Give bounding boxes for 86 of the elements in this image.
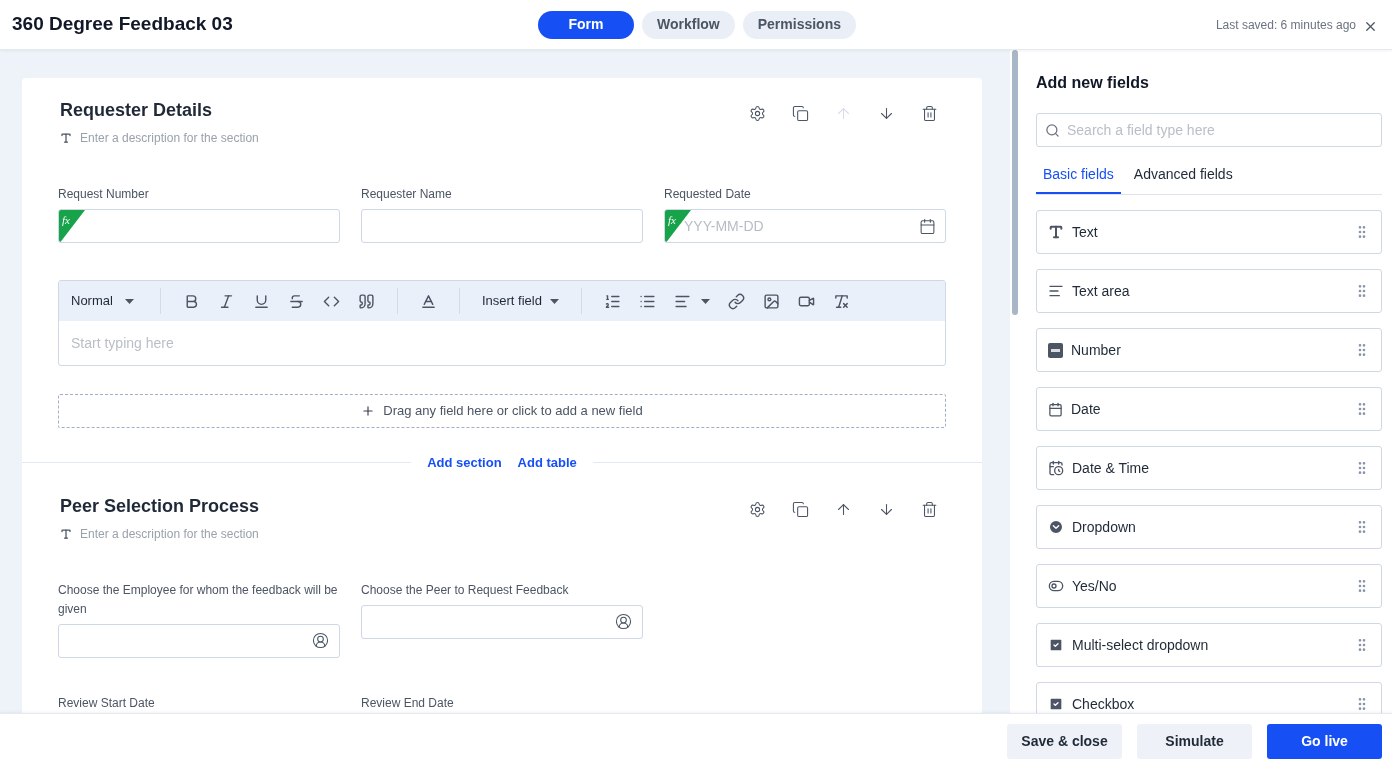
copy-icon[interactable] (792, 500, 809, 518)
numbered-list-icon[interactable] (603, 292, 621, 310)
strikethrough-icon[interactable] (287, 292, 305, 310)
field-type-item[interactable]: Date (1036, 387, 1382, 431)
add-field-dropzone[interactable]: Drag any field here or click to add a new field (58, 394, 946, 428)
add-link[interactable]: Add table (517, 453, 577, 473)
field-type-label: Multi-select dropdown (1072, 635, 1210, 655)
user-icon (312, 632, 329, 649)
underline-icon[interactable] (252, 292, 270, 310)
search-icon (1045, 122, 1060, 138)
formula-label: fx (668, 214, 676, 226)
field-type-item[interactable]: Text (1036, 210, 1382, 254)
dropdown-icon (1048, 519, 1064, 535)
caret-icon (549, 298, 559, 304)
header-tab[interactable]: Workflow (642, 10, 735, 39)
field-type-label: Number (1071, 340, 1122, 360)
text-format-icon (60, 527, 72, 540)
date-placeholder: YYY-MM-DD (684, 216, 765, 236)
section-title: Requester Details (60, 99, 214, 121)
calendar-icon (919, 217, 936, 235)
field-type-label: Yes/No (1072, 576, 1118, 596)
editor-placeholder: Start typing here (71, 333, 174, 353)
checkbox-icon (1048, 637, 1064, 653)
field-label: Choose the Employee for whom the feedback will be given (58, 581, 339, 618)
footer-button[interactable]: Simulate (1137, 723, 1252, 759)
field-type-item[interactable]: Date & Time (1036, 446, 1382, 490)
copy-icon[interactable] (792, 105, 809, 122)
caret-icon (124, 298, 134, 304)
section-title: Peer Selection Process (60, 494, 260, 517)
text-color-icon[interactable] (419, 292, 437, 310)
calendar-clock-icon (1048, 460, 1064, 476)
lines-icon (1048, 283, 1064, 299)
insert-field-dropdown[interactable]: Insert field (481, 291, 559, 311)
text-format-icon (60, 132, 72, 144)
field-type-label: Text (1072, 222, 1099, 242)
toggle-icon (1048, 578, 1064, 594)
user-picker-field[interactable] (361, 604, 643, 639)
field-type-label: Date & Time (1072, 458, 1151, 478)
style-dropdown[interactable]: Normal (71, 291, 138, 311)
delete-icon[interactable] (921, 105, 938, 122)
field-type-item[interactable]: Dropdown (1036, 505, 1382, 549)
field-type-label: Text area (1072, 281, 1131, 301)
calendar-icon (1048, 401, 1063, 417)
field-type-item[interactable]: Text area (1036, 269, 1382, 313)
image-icon[interactable] (762, 292, 780, 310)
user-icon (615, 613, 632, 630)
caret-icon (700, 298, 710, 304)
panel-tab[interactable]: Basic fields (1036, 162, 1121, 194)
link-icon[interactable] (727, 292, 745, 310)
field-label: Review Start Date (58, 694, 156, 712)
field-type-label: Checkbox (1072, 694, 1136, 713)
panel-tab[interactable]: Advanced fields (1126, 162, 1240, 194)
input-field[interactable] (361, 209, 643, 243)
field-type-label: Date (1071, 399, 1102, 419)
rich-text-editor[interactable]: Normal Insert field Start typing here (58, 280, 946, 366)
footer-button[interactable]: Go live (1267, 723, 1382, 759)
footer-button[interactable]: Save & close (1007, 723, 1122, 759)
panel-title: Add new fields (1036, 73, 1150, 93)
clear-format-icon[interactable] (832, 292, 850, 310)
form-title: 360 Degree Feedback 03 (12, 12, 234, 37)
header-tab[interactable]: Form (538, 10, 634, 39)
last-saved-text: Last saved: 6 minutes ago (1215, 16, 1356, 34)
add-link[interactable]: Add section (427, 453, 502, 473)
delete-icon[interactable] (921, 500, 938, 518)
move-down-icon[interactable] (878, 105, 895, 122)
field-type-item[interactable]: Multi-select dropdown (1036, 623, 1382, 667)
field-type-item[interactable]: Yes/No (1036, 564, 1382, 608)
field-label: Request Number (58, 186, 150, 203)
field-type-label: Dropdown (1072, 517, 1137, 537)
settings-icon[interactable] (749, 105, 766, 122)
field-label: Requested Date (664, 186, 752, 203)
text-icon (1048, 224, 1064, 240)
field-label: Choose the Peer to Request Feedback (361, 581, 570, 599)
formula-badge (59, 210, 85, 242)
field-label: Requester Name (361, 186, 453, 203)
search-placeholder: Search a field type here (1067, 120, 1215, 140)
field-label: Review End Date (361, 694, 455, 712)
quote-icon[interactable] (357, 292, 375, 310)
field-type-item[interactable]: Number (1036, 328, 1382, 372)
formula-label: fx (62, 214, 70, 226)
header-tab[interactable]: Permissions (742, 10, 856, 39)
plus-icon (361, 404, 376, 418)
settings-icon[interactable] (749, 500, 766, 518)
scrollbar-thumb[interactable] (1012, 50, 1018, 315)
number-icon (1048, 342, 1063, 358)
user-picker-field[interactable] (58, 623, 340, 658)
